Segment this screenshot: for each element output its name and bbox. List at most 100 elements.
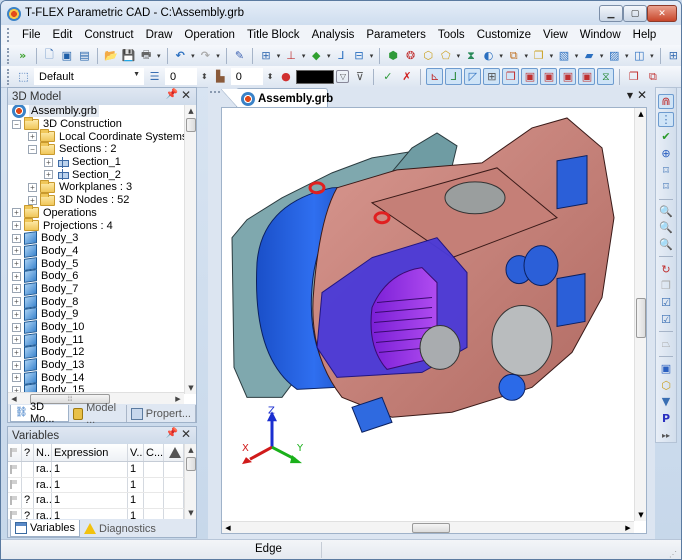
select-face-icon[interactable]: ⊞ xyxy=(483,68,501,85)
tree-item[interactable]: + Body_13 xyxy=(8,358,184,373)
snap-check-icon[interactable]: ✔ xyxy=(658,130,674,144)
redo-dropdown-icon[interactable]: ▾ xyxy=(215,52,221,60)
3d-viewport[interactable]: Z X Y ▲ ▼ ◀ ▶ xyxy=(221,107,647,534)
shell-dropdown-icon[interactable]: ▾ xyxy=(498,52,504,60)
new-3d-icon[interactable]: ▣ xyxy=(59,47,75,64)
select-loop-icon[interactable]: ❒ xyxy=(502,68,520,85)
tree-item[interactable]: + Section_1 xyxy=(8,156,184,169)
sheet-dropdown-icon[interactable]: ▾ xyxy=(599,52,605,60)
select-body-icon[interactable]: ▣ xyxy=(521,68,539,85)
viewport-horizontal-scrollbar[interactable]: ◀ ▶ xyxy=(222,521,634,533)
select-edge-icon[interactable]: ◸ xyxy=(464,68,482,85)
render-mode-icon[interactable]: ⬡ xyxy=(658,378,674,392)
row-warning-cell[interactable] xyxy=(164,477,184,492)
cell-comment[interactable] xyxy=(144,477,164,492)
column-flag[interactable] xyxy=(8,444,22,461)
filter-dropdown-icon[interactable]: ▽ xyxy=(336,70,350,83)
menu-draw[interactable]: Draw xyxy=(140,25,179,45)
workplane-view-icon[interactable]: ⏢ xyxy=(658,337,674,351)
save-icon[interactable]: 💾 xyxy=(121,47,137,64)
tree-item[interactable]: + Body_8 xyxy=(8,294,184,309)
expand-icon[interactable]: + xyxy=(12,335,21,345)
print-dropdown-icon[interactable]: ▾ xyxy=(156,52,162,60)
sweep-dropdown-icon[interactable]: ▾ xyxy=(456,52,462,60)
document-tab[interactable]: Assembly.grb xyxy=(221,88,333,109)
close-icon[interactable]: ✕ xyxy=(181,88,191,102)
variables-vertical-scrollbar[interactable]: ▲ ▼ xyxy=(184,444,196,519)
row-warning-cell[interactable] xyxy=(164,462,184,477)
zoom-window-icon[interactable]: ⌑ xyxy=(658,163,674,177)
menu-construct[interactable]: Construct xyxy=(78,25,139,45)
tree-item[interactable]: + Body_3 xyxy=(8,231,184,246)
tree-item[interactable]: − Sections : 2 xyxy=(8,141,184,156)
zoom-all-icon[interactable]: ⌑ xyxy=(658,180,674,194)
tree-item[interactable]: + Body_7 xyxy=(8,282,184,296)
light-source-icon[interactable]: ▼ xyxy=(658,395,674,409)
zoom-object-icon[interactable]: 🔍 xyxy=(658,238,674,252)
menu-edit[interactable]: Edit xyxy=(47,25,79,45)
collapse-icon[interactable]: − xyxy=(12,119,21,129)
tree-item[interactable]: Assembly.grb xyxy=(8,105,184,119)
close-icon[interactable]: ✕ xyxy=(181,427,191,441)
menu-title-block[interactable]: Title Block xyxy=(241,25,306,45)
show-selected-icon[interactable]: ☑ xyxy=(658,296,674,310)
blend-icon[interactable]: ▧ xyxy=(556,47,572,64)
pin-icon[interactable]: 📌 xyxy=(166,89,178,100)
tree-item[interactable]: + Projections : 4 xyxy=(8,218,184,232)
workplane-dropdown-icon[interactable]: ▾ xyxy=(326,52,332,60)
tree-item[interactable]: + Body_14 xyxy=(8,370,184,385)
cell-expression[interactable]: 1 xyxy=(52,477,128,492)
rotate-view-icon[interactable]: ↻ xyxy=(658,262,674,276)
tree-item[interactable]: + Body_12 xyxy=(8,345,184,360)
tree-item[interactable]: − 3D Construction xyxy=(8,116,184,131)
expand-icon[interactable]: + xyxy=(12,233,21,243)
cell-expression[interactable]: 1 xyxy=(52,462,128,477)
cell-q[interactable] xyxy=(22,462,34,477)
print-icon[interactable]: 🖶 xyxy=(138,47,154,64)
fragment-dropdown-icon[interactable]: ▾ xyxy=(524,52,530,60)
close-document-icon[interactable]: ✕ xyxy=(637,88,647,102)
window-layout-icon[interactable]: ⊞ xyxy=(666,47,681,64)
cell-comment[interactable] xyxy=(144,493,164,508)
cell-q[interactable] xyxy=(22,477,34,492)
column-question[interactable]: ? xyxy=(22,444,34,461)
row-warning-cell[interactable] xyxy=(164,493,184,508)
pin-icon[interactable]: 📌 xyxy=(166,428,178,439)
undo-dropdown-icon[interactable]: ▾ xyxy=(190,52,196,60)
expand-icon[interactable]: + xyxy=(12,360,21,370)
layer-spinner-icon[interactable]: ⬍ xyxy=(201,72,208,81)
select-filter-on-icon[interactable]: ✓ xyxy=(379,68,396,85)
expand-icon[interactable]: + xyxy=(12,347,21,357)
menu-file[interactable]: File xyxy=(16,25,47,45)
insert-fragment-icon[interactable]: ⧉ xyxy=(506,47,522,64)
surface-icon[interactable]: ◫ xyxy=(632,47,648,64)
toolbar-grip[interactable] xyxy=(7,28,10,42)
expand-icon[interactable]: + xyxy=(12,208,21,218)
boolean-icon[interactable]: ⧗ xyxy=(463,47,479,64)
tree-vertical-scrollbar[interactable]: ▲ ▼ xyxy=(184,105,196,394)
filter-list-icon[interactable]: ⊽ xyxy=(351,68,368,85)
extrusion-icon[interactable]: ⬢ xyxy=(385,47,401,64)
coordinate-system-icon[interactable]: ⊥ xyxy=(283,47,299,64)
blend-dropdown-icon[interactable]: ▾ xyxy=(574,52,580,60)
zoom-in-icon[interactable]: ⊕ xyxy=(658,147,674,161)
column-expression[interactable]: Expression xyxy=(52,444,128,461)
select-operation-icon[interactable]: ▣ xyxy=(540,68,558,85)
toolbar-grip[interactable] xyxy=(7,47,10,64)
cell-name[interactable]: ra... xyxy=(34,493,52,508)
minimize-button[interactable]: ▁ xyxy=(599,5,623,22)
surface-dropdown-icon[interactable]: ▾ xyxy=(649,52,655,60)
expand-icon[interactable]: + xyxy=(12,271,21,281)
tree-item[interactable]: + Body_11 xyxy=(8,332,184,347)
row-flag[interactable] xyxy=(8,462,22,477)
scroll-thumb[interactable] xyxy=(186,457,196,471)
undo-icon[interactable]: ↶ xyxy=(172,47,188,64)
snap-magnet-icon[interactable]: ⋒ xyxy=(658,94,674,109)
menu-customize[interactable]: Customize xyxy=(471,25,537,45)
tab-variables[interactable]: Variables xyxy=(10,520,81,537)
maximize-button[interactable]: ▢ xyxy=(623,5,647,22)
thread-dropdown-icon[interactable]: ▾ xyxy=(624,52,630,60)
collapse-icon[interactable]: − xyxy=(28,144,37,154)
style-combo[interactable]: Default ▼ xyxy=(34,68,144,85)
tree-item[interactable]: + Body_5 xyxy=(8,256,184,271)
